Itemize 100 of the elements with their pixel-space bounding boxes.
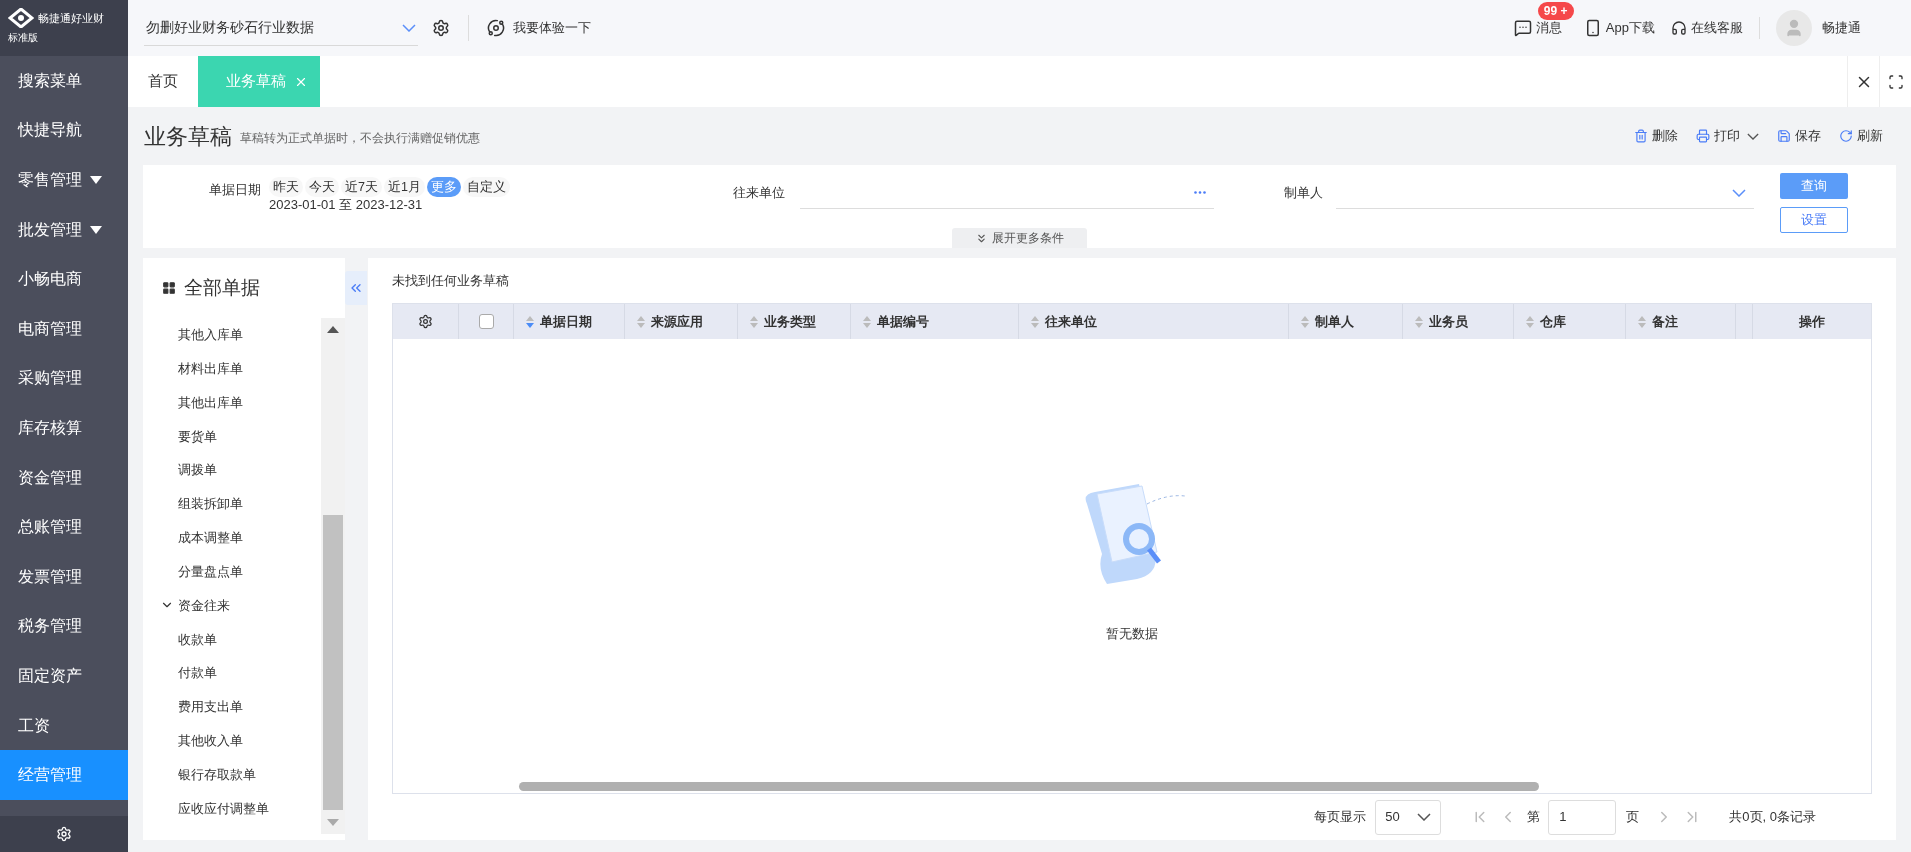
tree-item[interactable]: 其他收入单 <box>178 730 243 751</box>
filter-label: 制单人 <box>1284 184 1324 203</box>
sidebar-item[interactable]: 税务管理 <box>0 601 128 652</box>
user-name: 畅捷通 <box>1822 19 1861 38</box>
chevron-down-icon <box>402 23 416 32</box>
tree-item[interactable]: 调拨单 <box>178 460 217 480</box>
action-icon <box>1839 129 1853 143</box>
caret-icon <box>90 176 102 184</box>
avatar[interactable] <box>1776 10 1812 46</box>
headset-icon <box>1671 20 1687 36</box>
tree-node[interactable]: 资金往来 <box>143 588 321 623</box>
sidebar-item[interactable]: 库存核算 <box>0 403 128 453</box>
sidebar-item[interactable]: 工资 <box>0 700 128 751</box>
chevron-down-icon <box>1417 813 1432 821</box>
date-chip[interactable]: 昨天 <box>269 177 303 197</box>
sort-icon <box>1301 315 1309 328</box>
scrollbar-thumb[interactable] <box>323 515 343 810</box>
trial-link[interactable]: 我要体验一下 <box>487 18 591 38</box>
fullscreen-icon <box>1887 73 1904 90</box>
support-link[interactable]: 在线客服 <box>1671 18 1743 38</box>
expand-conditions-button[interactable]: 展开更多条件 <box>952 228 1087 248</box>
tree-item[interactable]: 银行存取款单 <box>178 764 256 785</box>
sidebar-item[interactable]: 采购管理 <box>0 353 128 404</box>
tree-item[interactable]: 要货单 <box>178 426 217 447</box>
date-chip[interactable]: 今天 <box>305 177 339 197</box>
toolbar-button[interactable]: 打印 <box>1696 126 1759 146</box>
sidebar-item[interactable]: 搜索菜单 <box>0 56 128 106</box>
filter-button[interactable]: 设置 <box>1780 207 1848 233</box>
column-header[interactable]: 业务类型 <box>738 304 851 339</box>
page-suffix: 页 <box>1626 808 1640 827</box>
column-header[interactable]: 备注 <box>1626 304 1736 339</box>
tree-item[interactable]: 分量盘点单 <box>178 561 243 582</box>
sort-icon <box>526 315 534 328</box>
date-chip[interactable]: 自定义 <box>462 177 510 197</box>
sidebar-item[interactable]: 发票管理 <box>0 551 128 602</box>
toolbar-button[interactable]: 刷新 <box>1839 126 1883 146</box>
tree-item[interactable]: 成本调整单 <box>178 527 243 548</box>
collapse-panel-button[interactable] <box>345 271 367 305</box>
tree-item[interactable]: 收款单 <box>178 629 217 649</box>
settings-icon[interactable] <box>432 19 450 37</box>
date-chip[interactable]: 近7天 <box>341 177 382 197</box>
column-header[interactable]: 单据编号 <box>851 304 1019 339</box>
filter-label: 往来单位 <box>733 184 786 203</box>
sidebar-item[interactable]: 小畅电商 <box>0 254 128 304</box>
sidebar-item[interactable]: 零售管理 <box>0 155 128 205</box>
column-header[interactable]: 业务员 <box>1403 304 1514 339</box>
logo-icon <box>8 8 34 28</box>
sidebar-item[interactable]: 固定资产 <box>0 651 128 701</box>
tree-item[interactable]: 组装拆卸单 <box>178 494 243 514</box>
scroll-down-icon <box>327 819 339 826</box>
message-badge: 99 + <box>1537 2 1574 21</box>
tree-item[interactable]: 其他出库单 <box>178 392 243 413</box>
settings-icon <box>418 314 433 329</box>
column-header[interactable]: 往来单位 <box>1019 304 1289 339</box>
filter-label: 单据日期 <box>209 181 261 199</box>
toolbar-button[interactable]: 删除 <box>1634 126 1678 146</box>
page-input[interactable]: 1 <box>1548 799 1617 835</box>
sort-icon <box>1526 315 1534 328</box>
page-tab[interactable]: 首页 <box>128 56 198 107</box>
date-chip[interactable]: 近1月 <box>383 177 425 197</box>
sort-icon <box>1638 315 1646 328</box>
scrollbar[interactable] <box>321 318 345 834</box>
account-select[interactable]: 勿删好业财务砂石行业数据 <box>144 10 418 46</box>
sidebar-item[interactable]: 电商管理 <box>0 303 128 354</box>
sidebar-item[interactable]: 批发管理 <box>0 204 128 255</box>
page-size-select[interactable]: 50 <box>1375 799 1442 835</box>
action-icon <box>1696 129 1710 143</box>
sidebar-item[interactable]: 资金管理 <box>0 452 128 503</box>
tree-item[interactable]: 付款单 <box>178 663 217 683</box>
chevron-down-icon <box>1747 132 1759 140</box>
column-header: 操作 <box>1799 312 1825 331</box>
page-title: 业务草稿 <box>144 122 232 151</box>
tree-item[interactable]: 其他入库单 <box>178 325 243 345</box>
tree-item[interactable]: 应收应付调整单 <box>178 798 269 818</box>
horizontal-scrollbar[interactable] <box>519 781 1539 791</box>
toolbar-button[interactable]: 保存 <box>1777 126 1821 146</box>
column-header[interactable]: 制单人 <box>1289 304 1403 339</box>
tree-item[interactable]: 材料出库单 <box>178 358 243 379</box>
chat-icon <box>1513 19 1532 37</box>
brand-name: 畅捷通好业财 <box>38 10 104 26</box>
column-header[interactable]: 仓库 <box>1514 304 1626 339</box>
column-header[interactable]: 来源应用 <box>625 304 738 339</box>
messages-button[interactable]: 消息 <box>1513 18 1562 38</box>
select-all-checkbox[interactable] <box>478 314 494 329</box>
page-prefix: 第 <box>1527 808 1541 827</box>
sidebar-item[interactable]: 快捷导航 <box>0 105 128 156</box>
more-icon <box>1194 191 1206 194</box>
pagination-summary: 共0页, 0条记录 <box>1729 808 1816 827</box>
planet-icon <box>487 19 505 37</box>
empty-text: 暂无数据 <box>1106 625 1158 644</box>
column-header[interactable]: 单据日期 <box>514 304 625 339</box>
sort-icon <box>1031 315 1039 328</box>
tree-item[interactable]: 费用支出单 <box>178 697 243 717</box>
sort-icon <box>750 315 758 328</box>
sort-icon <box>1415 315 1423 328</box>
sort-icon <box>863 315 871 328</box>
caret-icon <box>90 225 102 234</box>
page-size-label: 每页显示 <box>1314 808 1367 827</box>
sidebar-item[interactable]: 总账管理 <box>0 502 128 552</box>
app-download-link[interactable]: App下载 <box>1583 18 1655 38</box>
